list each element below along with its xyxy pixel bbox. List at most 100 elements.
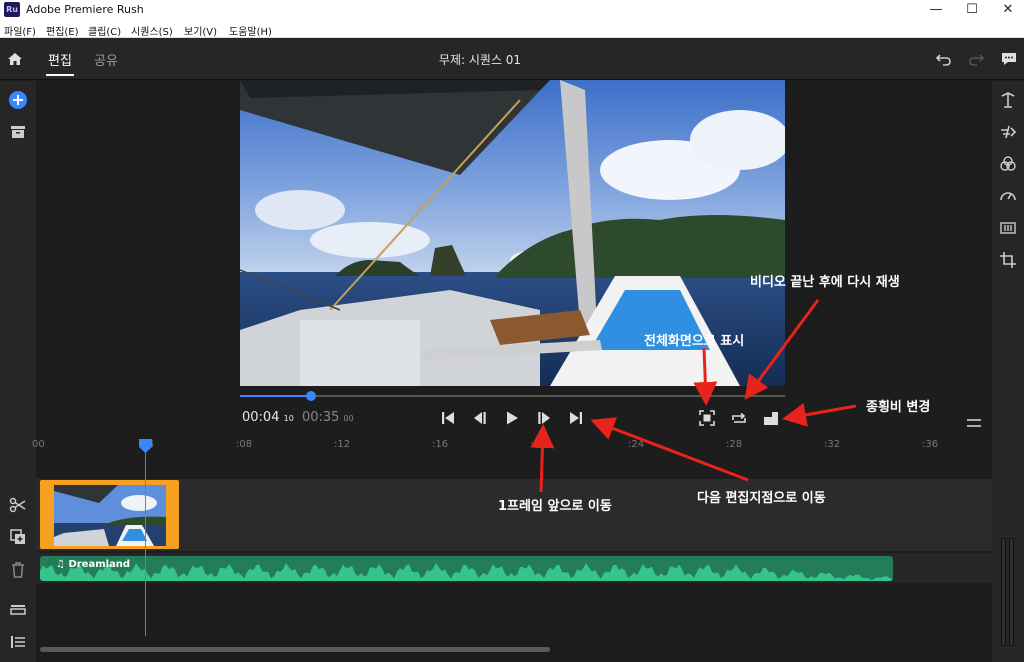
menu-bar: 파일(F) 편집(E) 클립(C) 시퀀스(S) 보기(V) 도움말(H) <box>0 20 1024 38</box>
trash-icon <box>12 562 24 578</box>
ruler-tick-label: :08 <box>236 439 253 450</box>
menu-clip[interactable]: 클립(C) <box>88 23 121 38</box>
ruler-tick-label: :16 <box>432 439 449 450</box>
ruler-tick-label: 00 <box>32 439 45 450</box>
fullscreen-icon <box>699 410 715 426</box>
menu-edit[interactable]: 편집(E) <box>46 23 79 38</box>
transitions-icon <box>1001 125 1017 139</box>
video-track[interactable] <box>36 479 992 551</box>
step-back-icon <box>474 412 486 424</box>
timeline-ruler[interactable]: 00:04:08:12:16:20:24:28:32:36 <box>32 436 992 456</box>
project-assets-button[interactable] <box>8 122 28 142</box>
audio-clip[interactable]: ♫ Dreamland <box>40 556 893 581</box>
skip-to-start-icon <box>442 412 454 424</box>
list-icon <box>11 636 25 648</box>
plus-circle-icon <box>9 91 27 109</box>
duplicate-icon <box>10 529 25 544</box>
step-forward-icon <box>538 412 550 424</box>
chat-bubble-icon <box>1002 53 1016 65</box>
next-frame-button[interactable] <box>535 409 553 427</box>
titles-button[interactable] <box>998 90 1018 110</box>
audio-waveform <box>40 563 893 581</box>
app-logo-icon: Ru <box>4 2 20 17</box>
color-button[interactable] <box>998 154 1018 174</box>
go-to-next-edit-button[interactable] <box>567 409 585 427</box>
add-media-button[interactable] <box>8 90 28 110</box>
crop-icon <box>1000 252 1016 268</box>
annotation-next-edit-text: 다음 편집지점으로 이동 <box>697 491 826 506</box>
fullscreen-button[interactable] <box>698 409 716 427</box>
speed-button[interactable] <box>998 186 1018 206</box>
tracks-icon <box>10 605 26 615</box>
audio-button[interactable] <box>998 218 1018 238</box>
duration-timecode: 00:35 <box>301 410 340 425</box>
go-to-start-button[interactable] <box>439 409 457 427</box>
transitions-button[interactable] <box>998 122 1018 142</box>
scrubber-handle[interactable] <box>305 391 316 401</box>
annotation-fullscreen-text: 전체화면으로 표시 <box>644 334 745 349</box>
window-title: Adobe Premiere Rush <box>26 3 144 16</box>
app-header: 편집 공유 무제: 시퀀스 01 <box>0 38 1024 80</box>
undo-icon <box>935 54 951 66</box>
ruler-tick-label: :36 <box>922 439 939 450</box>
timeline-list-button[interactable] <box>8 632 28 652</box>
maximize-button[interactable]: ☐ <box>954 0 990 20</box>
aspect-ratio-button[interactable] <box>762 409 780 427</box>
titles-icon <box>1001 92 1015 108</box>
annotation-next-frame-text: 1프레임 앞으로 이동 <box>498 499 612 514</box>
menu-help[interactable]: 도움말(H) <box>229 23 272 38</box>
timeline-horizontal-scrollbar[interactable] <box>40 647 550 652</box>
music-note-icon: ♫ <box>56 559 69 570</box>
close-button[interactable]: ✕ <box>990 0 1024 20</box>
crop-button[interactable] <box>998 250 1018 270</box>
skip-to-end-icon <box>570 412 582 424</box>
hamburger-icon <box>967 419 981 427</box>
undo-button[interactable] <box>934 49 954 69</box>
archive-box-icon <box>11 126 25 138</box>
play-icon <box>507 411 518 425</box>
ruler-tick-label: :32 <box>824 439 841 450</box>
redo-icon <box>969 54 985 66</box>
waveform-shape <box>40 563 893 581</box>
audio-level-meter <box>1000 538 1016 646</box>
duplicate-clip-button[interactable] <box>8 527 28 547</box>
ruler-tick-label: :28 <box>726 439 743 450</box>
feedback-button[interactable] <box>999 49 1019 69</box>
playhead-handle[interactable] <box>139 438 152 453</box>
ruler-tick-label: :24 <box>628 439 645 450</box>
minimize-button[interactable]: — <box>918 0 954 20</box>
ruler-tick-label: :20 <box>530 439 547 450</box>
loop-icon <box>732 412 746 423</box>
audio-mixer-icon <box>1000 222 1016 234</box>
arrow-aspect <box>782 403 857 427</box>
menu-view[interactable]: 보기(V) <box>184 23 217 38</box>
aspect-ratio-icon <box>764 412 778 425</box>
scrubber-progress <box>240 395 311 397</box>
audio-clip-name: Dreamland <box>68 559 131 570</box>
audio-clip-label: ♫ Dreamland <box>56 559 130 570</box>
project-title: 무제: 시퀀스 01 <box>438 53 522 67</box>
split-clip-button[interactable] <box>8 495 28 515</box>
menu-file[interactable]: 파일(F) <box>4 23 36 38</box>
annotation-loop-text: 비디오 끝난 후에 다시 재생 <box>750 275 900 290</box>
annotation-aspect-text: 종횡비 변경 <box>866 400 931 415</box>
current-frames: 10 <box>283 414 294 423</box>
duration-frames: 00 <box>343 414 354 423</box>
more-options-button[interactable] <box>967 413 981 427</box>
delete-clip-button[interactable] <box>8 560 28 580</box>
timecode-display: 00:04 10 00:35 00 <box>242 410 354 425</box>
level-meter-left <box>1001 538 1006 646</box>
loop-playback-button[interactable] <box>730 409 748 427</box>
redo-button[interactable] <box>966 49 986 69</box>
current-timecode: 00:04 <box>242 410 280 425</box>
speedometer-icon <box>1000 192 1016 201</box>
video-clip[interactable] <box>40 480 179 549</box>
playhead-line <box>145 446 146 636</box>
level-meter-right <box>1009 538 1014 646</box>
play-button[interactable] <box>503 409 521 427</box>
video-clip-thumbnail <box>54 485 166 546</box>
menu-sequence[interactable]: 시퀀스(S) <box>131 23 173 38</box>
previous-frame-button[interactable] <box>471 409 489 427</box>
playback-scrubber[interactable] <box>240 391 785 401</box>
track-controls-button[interactable] <box>8 599 28 619</box>
